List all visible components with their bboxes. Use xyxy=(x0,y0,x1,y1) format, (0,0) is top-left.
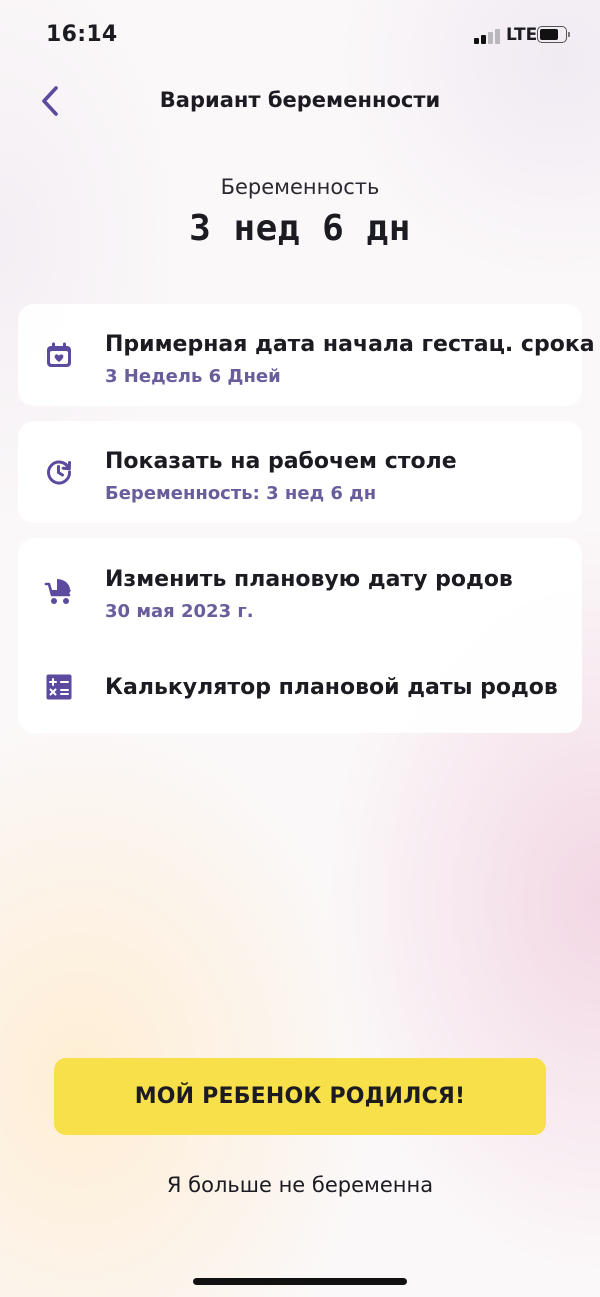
baby-born-button[interactable]: МОЙ РЕБЕНОК РОДИЛСЯ! xyxy=(54,1058,546,1135)
status-bar: 16:14 LTE xyxy=(0,0,600,72)
gestation-start-title: Примерная дата начала гестац. срока xyxy=(105,332,595,357)
show-on-desktop-row[interactable]: Показать на рабочем столе Беременность: … xyxy=(18,421,582,523)
status-time: 16:14 xyxy=(46,22,118,47)
show-on-desktop-value: Беременность: 3 нед 6 дн xyxy=(105,483,377,504)
stroller-icon xyxy=(44,576,74,606)
pregnancy-duration: 3 нед 6 дн xyxy=(189,208,411,249)
not-pregnant-button[interactable]: Я больше не беременна xyxy=(0,1173,600,1197)
due-date-calculator-row[interactable]: Калькулятор плановой даты родов xyxy=(18,646,582,733)
due-date-card: Изменить плановую дату родов 30 мая 2023… xyxy=(18,538,582,733)
network-label: LTE xyxy=(506,25,538,45)
page-title: Вариант беременности xyxy=(159,88,441,112)
pregnancy-label: Беременность xyxy=(220,175,380,199)
battery-icon xyxy=(537,26,570,43)
due-date-calculator-title: Калькулятор плановой даты родов xyxy=(105,675,558,700)
change-due-date-title: Изменить плановую дату родов xyxy=(105,567,513,592)
clock-refresh-icon xyxy=(44,457,74,487)
change-due-date-row[interactable]: Изменить плановую дату родов 30 мая 2023… xyxy=(18,538,582,646)
show-on-desktop-title: Показать на рабочем столе xyxy=(105,449,457,474)
gestation-start-value: 3 Недель 6 Дней xyxy=(105,366,281,387)
signal-icon xyxy=(474,28,502,44)
change-due-date-value: 30 мая 2023 г. xyxy=(105,601,254,622)
calculator-icon xyxy=(44,672,74,702)
calendar-heart-icon xyxy=(44,340,74,370)
gestation-start-row[interactable]: Примерная дата начала гестац. срока 3 Не… xyxy=(18,304,595,406)
gestation-start-card: Примерная дата начала гестац. срока 3 Не… xyxy=(18,304,595,406)
home-indicator[interactable] xyxy=(193,1278,407,1285)
show-on-desktop-card: Показать на рабочем столе Беременность: … xyxy=(18,421,582,523)
